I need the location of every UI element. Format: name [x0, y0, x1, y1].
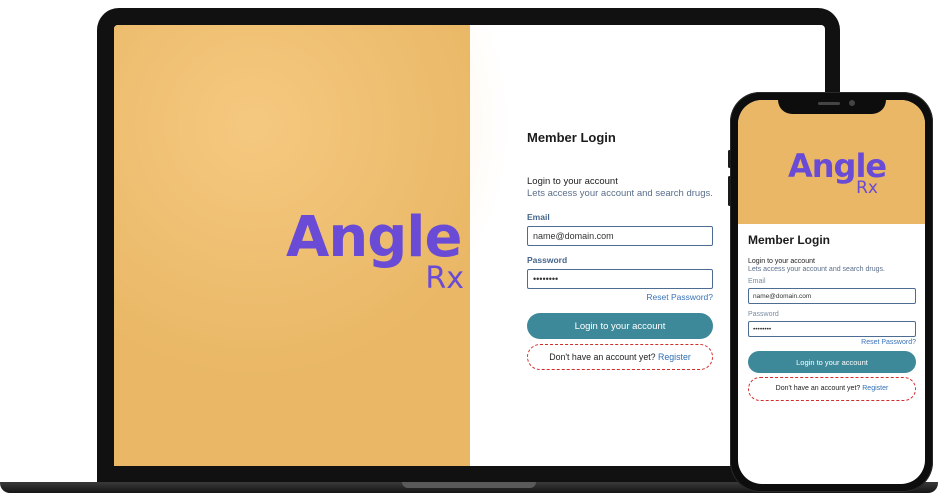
phone-notch: [778, 96, 886, 114]
form-description: Lets access your account and search drug…: [748, 266, 885, 273]
email-label: Email: [527, 212, 550, 222]
register-prompt: Don't have an account yet? Register: [748, 377, 916, 401]
login-form: Member Login Login to your account Lets …: [748, 233, 916, 401]
page-title: Member Login: [527, 130, 616, 145]
laptop-hinge-notch: [402, 482, 536, 488]
password-field[interactable]: [527, 269, 713, 289]
page-title: Member Login: [748, 233, 831, 247]
register-prompt-text: Don't have an account yet?: [775, 385, 861, 392]
login-button[interactable]: Login to your account: [527, 313, 713, 339]
reset-password-link[interactable]: Reset Password?: [527, 292, 713, 302]
angle-rx-logo: Angle Rx: [788, 150, 887, 197]
login-form: Member Login Login to your account Lets …: [527, 130, 713, 370]
register-link[interactable]: Register: [862, 385, 888, 392]
email-label: Email: [748, 278, 766, 285]
password-label: Password: [748, 311, 779, 318]
form-description: Lets access your account and search drug…: [527, 188, 713, 199]
phone-volume-button: [728, 150, 731, 168]
angle-rx-logo: Angle Rx: [286, 210, 470, 294]
email-field[interactable]: [527, 226, 713, 246]
login-button[interactable]: Login to your account: [748, 351, 916, 373]
logo-wordmark: Angle: [286, 205, 462, 270]
register-link[interactable]: Register: [658, 352, 691, 362]
phone-speaker: [818, 102, 840, 105]
reset-password-link[interactable]: Reset Password?: [748, 339, 916, 346]
register-prompt-text: Don't have an account yet?: [549, 352, 656, 362]
phone-volume-button: [728, 176, 731, 206]
register-prompt: Don't have an account yet? Register: [527, 344, 713, 370]
email-field[interactable]: [748, 288, 916, 304]
password-label: Password: [527, 255, 568, 265]
form-subhead: Login to your account: [527, 176, 618, 187]
password-field[interactable]: [748, 321, 916, 337]
phone-camera: [849, 100, 855, 106]
form-subhead: Login to your account: [748, 258, 815, 265]
